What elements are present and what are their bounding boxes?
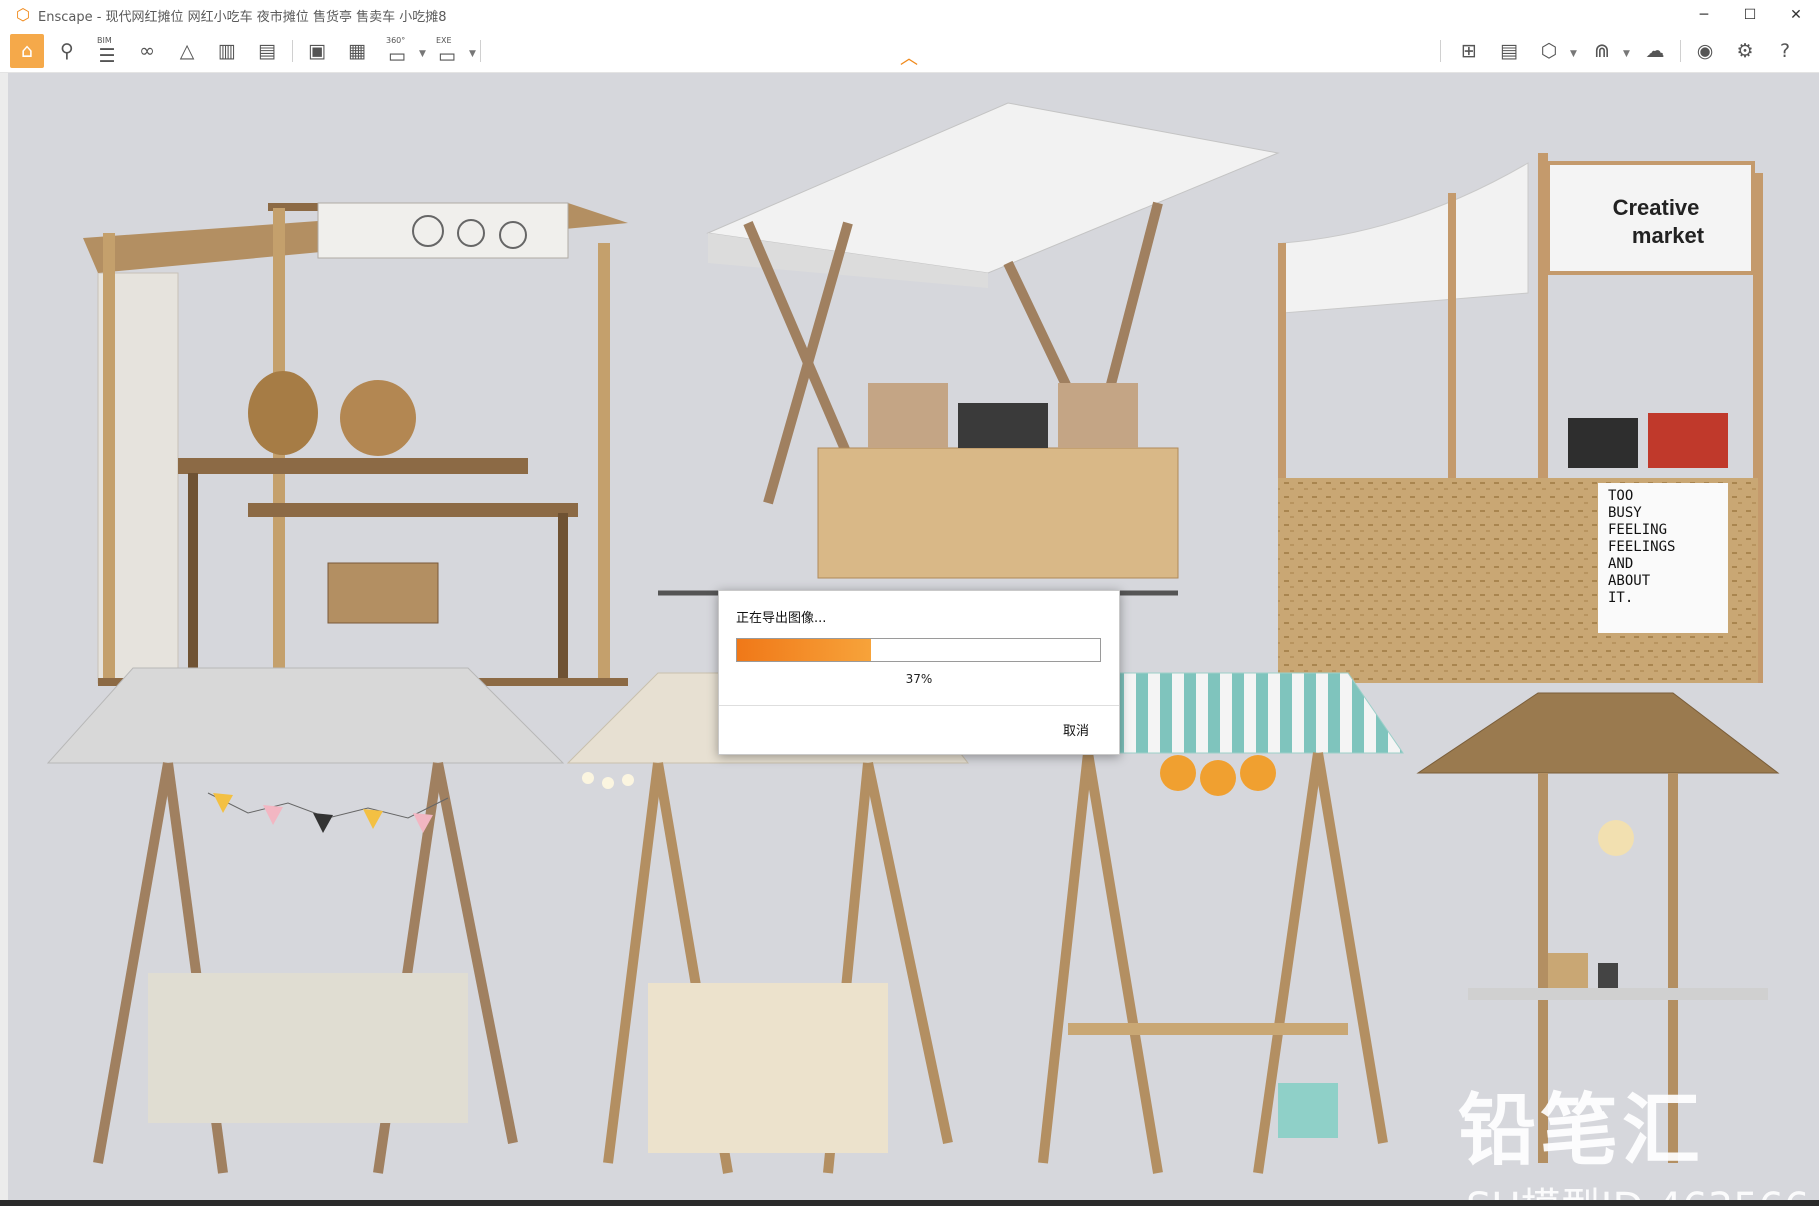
- pin-icon[interactable]: ⚲: [50, 34, 84, 68]
- render-viewport[interactable]: Creative market TOO BUSY FEELING FEELING…: [8, 73, 1819, 1200]
- assets-icon[interactable]: △: [170, 34, 204, 68]
- minimize-icon[interactable]: ─: [1681, 0, 1727, 30]
- settings-icon[interactable]: ⚙: [1728, 34, 1762, 68]
- toolbar-separator: [292, 40, 293, 62]
- watermark-model-id: SU模型ID:463566: [1466, 1175, 1809, 1200]
- panorama-icon[interactable]: 360° ▭: [380, 34, 414, 68]
- dialog-divider: [719, 705, 1119, 706]
- toolbar-separator: [480, 40, 481, 62]
- help-icon[interactable]: ?: [1768, 34, 1802, 68]
- signboard-line2: market: [1632, 223, 1705, 248]
- cloud-icon[interactable]: ☁: [1638, 34, 1672, 68]
- watermark-brand: 铅笔汇: [1458, 1086, 1705, 1176]
- poster-line-1: BUSY: [1608, 505, 1642, 521]
- export-progress-bar: [736, 638, 1101, 662]
- close-icon[interactable]: ✕: [1773, 0, 1819, 30]
- chevron-down-icon[interactable]: ▼: [1570, 49, 1577, 59]
- poster-line-0: TOO: [1608, 488, 1633, 504]
- signboard-line1: Creative: [1613, 195, 1700, 220]
- stall-creative-market: Creative market TOO BUSY FEELING FEELING…: [1278, 153, 1763, 683]
- title-bar: ⬡ Enscape - 现代网红摊位 网红小吃车 夜市摊位 售货亭 售卖车 小吃…: [0, 0, 1819, 30]
- toolbar-separator: [1440, 40, 1441, 62]
- bookmark-icon[interactable]: ⋒: [1585, 34, 1619, 68]
- bim-icon[interactable]: BIM ☰: [90, 34, 124, 68]
- views-icon[interactable]: ▤: [1492, 34, 1526, 68]
- poster-line-3: FEELINGS: [1608, 539, 1675, 555]
- enscape-logo-icon: ⬡: [16, 5, 30, 24]
- panorama-label: 360°: [386, 36, 406, 45]
- cancel-button[interactable]: 取消: [1063, 720, 1089, 739]
- toolbar-separator: [1680, 40, 1681, 62]
- poster-line-4: AND: [1608, 556, 1633, 572]
- eye-icon[interactable]: ◉: [1688, 34, 1722, 68]
- exe-label: EXE: [436, 36, 452, 45]
- export-progress-fill: [737, 639, 872, 661]
- progress-percent: 37%: [905, 672, 933, 686]
- left-edge-strip: [0, 73, 8, 1200]
- map-icon[interactable]: ⊞: [1452, 34, 1486, 68]
- collapse-toolbar-chevron-icon[interactable]: ︿: [900, 50, 918, 68]
- poster-line-6: IT.: [1608, 590, 1633, 606]
- batch-render-icon[interactable]: ▦: [340, 34, 374, 68]
- clapper-icon[interactable]: ▤: [250, 34, 284, 68]
- home-icon[interactable]: ⌂: [10, 34, 44, 68]
- binoculars-icon[interactable]: ∞: [130, 34, 164, 68]
- screenshot-icon[interactable]: ▣: [300, 34, 334, 68]
- export-exe-icon[interactable]: EXE ▭: [430, 34, 464, 68]
- window-title: Enscape - 现代网红摊位 网红小吃车 夜市摊位 售货亭 售卖车 小吃摊8: [38, 9, 447, 25]
- chevron-down-icon[interactable]: ▼: [1623, 49, 1630, 59]
- window-controls: ─ ☐ ✕: [1681, 0, 1819, 30]
- cube-icon[interactable]: ⬡: [1532, 34, 1566, 68]
- poster-line-5: ABOUT: [1608, 573, 1651, 589]
- chevron-down-icon[interactable]: ▼: [419, 49, 426, 59]
- buildings-icon[interactable]: ▥: [210, 34, 244, 68]
- dialog-title: 正在导出图像...: [736, 611, 827, 626]
- stall-bamboo-pergola: [83, 202, 628, 686]
- enscape-window: ⬡ Enscape - 现代网红摊位 网红小吃车 夜市摊位 售货亭 售卖车 小吃…: [0, 0, 1819, 1200]
- maximize-icon[interactable]: ☐: [1727, 0, 1773, 30]
- stall-white-canopy: [658, 102, 1280, 596]
- export-progress-dialog: 正在导出图像... 37% 取消: [718, 590, 1120, 755]
- bim-label: BIM: [97, 36, 112, 45]
- chevron-down-icon[interactable]: ▼: [469, 49, 476, 59]
- stall-grey-roof-bunting: [46, 667, 565, 1174]
- poster-line-2: FEELING: [1608, 522, 1667, 538]
